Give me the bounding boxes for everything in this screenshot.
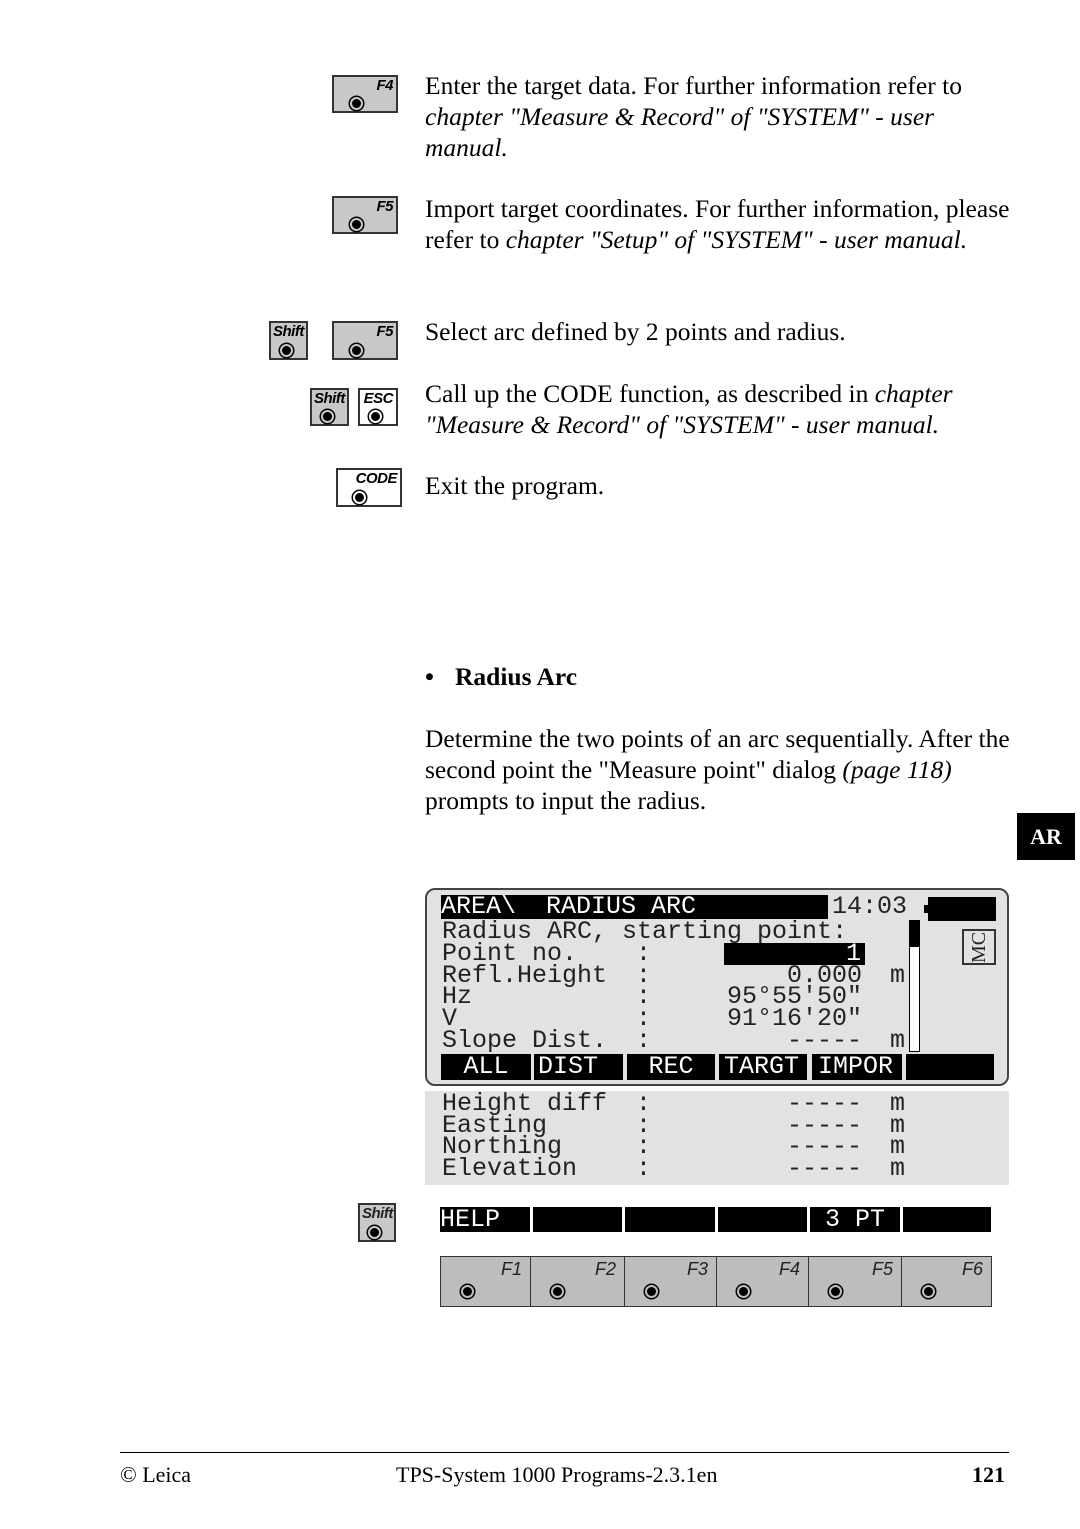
shift-key-icon: Shift <box>269 321 308 360</box>
function-key-f2[interactable]: F2 <box>530 1256 625 1307</box>
key-dot-icon <box>551 1285 564 1298</box>
function-key-label: F1 <box>500 1259 522 1279</box>
page-number: 121 <box>972 1462 1005 1487</box>
softkey-all[interactable]: ALL <box>441 1054 531 1080</box>
manual-page: F4 F5 Shift F5 Shift ESC CODE Enter the … <box>0 0 1080 1529</box>
scrollbar[interactable] <box>909 920 920 1052</box>
f4-key-icon: F4 <box>332 75 398 113</box>
function-key-f5[interactable]: F5 <box>808 1256 902 1307</box>
field-unit: m <box>890 960 906 990</box>
f5-key-icon: F5 <box>332 321 398 360</box>
screen-time: 14:03 <box>832 892 908 921</box>
field-unit: m <box>890 1025 906 1055</box>
mc-indicator: MC <box>962 929 996 965</box>
instruction-shift-esc: Call up the CODE function, as described … <box>425 379 953 439</box>
shift-softkey-2[interactable] <box>533 1207 622 1232</box>
function-key-label: F5 <box>871 1259 893 1279</box>
softkey-targt[interactable]: TARGT <box>719 1054 807 1080</box>
shift-softkey-6[interactable] <box>903 1207 991 1232</box>
function-key-f1[interactable]: F1 <box>440 1256 531 1307</box>
footer-title: TPS-System 1000 Programs-2.3.1en <box>396 1462 718 1487</box>
function-key-f6[interactable]: F6 <box>901 1256 992 1307</box>
softkey-dist[interactable]: DIST <box>534 1054 623 1080</box>
key-dot-icon <box>461 1285 474 1298</box>
key-dot-icon <box>737 1285 750 1298</box>
softkey-impor[interactable]: IMPOR <box>812 1054 902 1080</box>
code-key-icon: CODE <box>336 468 402 507</box>
f5-key-icon: F5 <box>332 196 398 234</box>
esc-key-icon: ESC <box>358 388 398 426</box>
instruction-f4: Enter the target data. For further infor… <box>425 71 962 162</box>
footer-divider <box>120 1452 1009 1453</box>
field-colon: : <box>636 1025 652 1055</box>
battery-icon <box>928 897 996 921</box>
field-value: ----- <box>786 1025 862 1055</box>
section-heading: • Radius Arc <box>425 662 578 691</box>
function-key-f4[interactable]: F4 <box>716 1256 809 1307</box>
instruction-f5: Import target coordinates. For further i… <box>425 194 1010 254</box>
function-key-label: F6 <box>961 1259 983 1279</box>
field-label: Elevation <box>442 1154 578 1184</box>
shift-key-icon: Shift <box>358 1203 396 1242</box>
shift-softkey-1[interactable]: HELP <box>440 1207 530 1232</box>
side-tab-ar[interactable]: AR <box>1017 813 1075 860</box>
instruction-code: Exit the program. <box>425 471 605 500</box>
shift-key-icon: Shift <box>310 388 349 426</box>
softkey-empty[interactable] <box>906 1054 994 1080</box>
instruction-shift-f5: Select arc defined by 2 points and radiu… <box>425 317 846 346</box>
function-key-label: F3 <box>686 1259 708 1279</box>
field-colon: : <box>636 1154 652 1184</box>
function-key-label: F2 <box>594 1259 616 1279</box>
softkey-rec[interactable]: REC <box>627 1054 715 1080</box>
footer-copyright: © Leica <box>120 1462 192 1487</box>
key-dot-icon <box>922 1285 935 1298</box>
shift-softkey-3[interactable] <box>625 1207 715 1232</box>
function-key-f3[interactable]: F3 <box>624 1256 717 1307</box>
screen-title: AREA\ RADIUS ARC <box>441 894 828 919</box>
shift-softkey-5[interactable]: 3 PT <box>810 1207 900 1232</box>
key-dot-icon <box>645 1285 658 1298</box>
function-key-label: F4 <box>778 1259 800 1279</box>
shift-softkey-4[interactable] <box>718 1207 807 1232</box>
key-dot-icon <box>829 1285 842 1298</box>
field-label: Slope Dist. <box>442 1025 608 1055</box>
field-unit: m <box>890 1154 906 1184</box>
field-value: ----- <box>786 1154 862 1184</box>
section-text: Determine the two points of an arc seque… <box>425 724 1010 815</box>
